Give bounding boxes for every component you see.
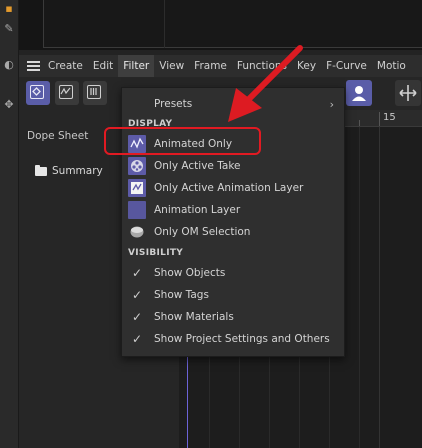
- presets-label: Presets: [154, 98, 193, 110]
- show-objects-label: Show Objects: [154, 267, 226, 279]
- menu-item-show-project-settings[interactable]: ✓ Show Project Settings and Others: [122, 328, 344, 350]
- viewport-frame: [43, 0, 422, 48]
- menu-fcurve[interactable]: F-Curve: [321, 55, 372, 77]
- section-visibility: VISIBILITY: [128, 248, 184, 258]
- menubar: Create Edit Filter View Frame Functions …: [19, 55, 422, 77]
- move-view-button[interactable]: [395, 80, 421, 106]
- only-active-animation-layer-label: Only Active Animation Layer: [154, 182, 304, 194]
- hamburger-menu-icon[interactable]: [23, 55, 43, 77]
- menu-filter[interactable]: Filter: [118, 55, 155, 77]
- menu-item-only-active-take[interactable]: Only Active Take: [122, 155, 344, 177]
- user-icon: [352, 86, 366, 101]
- checkmark-icon: ✓: [131, 266, 143, 280]
- animation-layer-icon: [128, 201, 146, 219]
- only-om-selection-label: Only OM Selection: [154, 226, 251, 238]
- panel-title: Dope Sheet: [27, 130, 89, 142]
- menu-item-animation-layer[interactable]: Animation Layer: [122, 199, 344, 221]
- user-button[interactable]: [346, 80, 372, 106]
- motion-mode-button[interactable]: [83, 81, 107, 105]
- menu-item-presets[interactable]: Presets ›: [122, 93, 344, 115]
- animation-layer-active-icon: [128, 179, 146, 197]
- only-active-take-label: Only Active Take: [154, 160, 241, 172]
- object-manager-icon: [128, 223, 146, 241]
- fcurve-mode-button[interactable]: [55, 81, 79, 105]
- folder-icon: [35, 164, 47, 176]
- take-icon: [128, 157, 146, 175]
- move-arrows-icon: [399, 85, 417, 101]
- tool-icon-top[interactable]: ▪: [2, 2, 16, 16]
- menu-item-show-objects[interactable]: ✓ Show Objects: [122, 262, 344, 284]
- frame-label: 15: [383, 112, 396, 123]
- checkmark-icon: ✓: [131, 310, 143, 324]
- menu-motion[interactable]: Motio: [372, 55, 411, 77]
- menu-item-show-tags[interactable]: ✓ Show Tags: [122, 284, 344, 306]
- checkmark-icon: ✓: [131, 288, 143, 302]
- fcurve-mode-icon: [59, 85, 73, 99]
- summary-label: Summary: [52, 165, 103, 177]
- checkmark-icon: ✓: [131, 332, 143, 346]
- pen-tool-icon[interactable]: ✎: [2, 22, 16, 36]
- motion-mode-icon: [87, 85, 101, 99]
- show-project-settings-label: Show Project Settings and Others: [154, 333, 330, 345]
- dope-sheet-mode-button[interactable]: [26, 81, 50, 105]
- viewport-area: [19, 0, 422, 50]
- menu-item-only-om-selection[interactable]: Only OM Selection: [122, 221, 344, 243]
- menu-key[interactable]: Key: [292, 55, 321, 77]
- tool-strip: ▪ ✎ ◐ ✥: [0, 0, 19, 448]
- menu-create[interactable]: Create: [43, 55, 88, 77]
- menu-item-only-active-animation-layer[interactable]: Only Active Animation Layer: [122, 177, 344, 199]
- show-tags-label: Show Tags: [154, 289, 209, 301]
- move-tool-icon[interactable]: ✥: [2, 98, 16, 112]
- show-materials-label: Show Materials: [154, 311, 234, 323]
- summary-row[interactable]: Summary: [35, 164, 103, 177]
- chevron-right-icon: ›: [329, 98, 334, 111]
- menu-frame[interactable]: Frame: [189, 55, 232, 77]
- menu-functions[interactable]: Functions: [232, 55, 292, 77]
- menu-edit[interactable]: Edit: [88, 55, 118, 77]
- menu-item-show-materials[interactable]: ✓ Show Materials: [122, 306, 344, 328]
- menu-view[interactable]: View: [154, 55, 189, 77]
- magnet-tool-icon[interactable]: ◐: [2, 58, 16, 72]
- dope-sheet-mode-icon: [30, 85, 44, 99]
- animation-layer-label: Animation Layer: [154, 204, 241, 216]
- highlight-box: [104, 127, 261, 155]
